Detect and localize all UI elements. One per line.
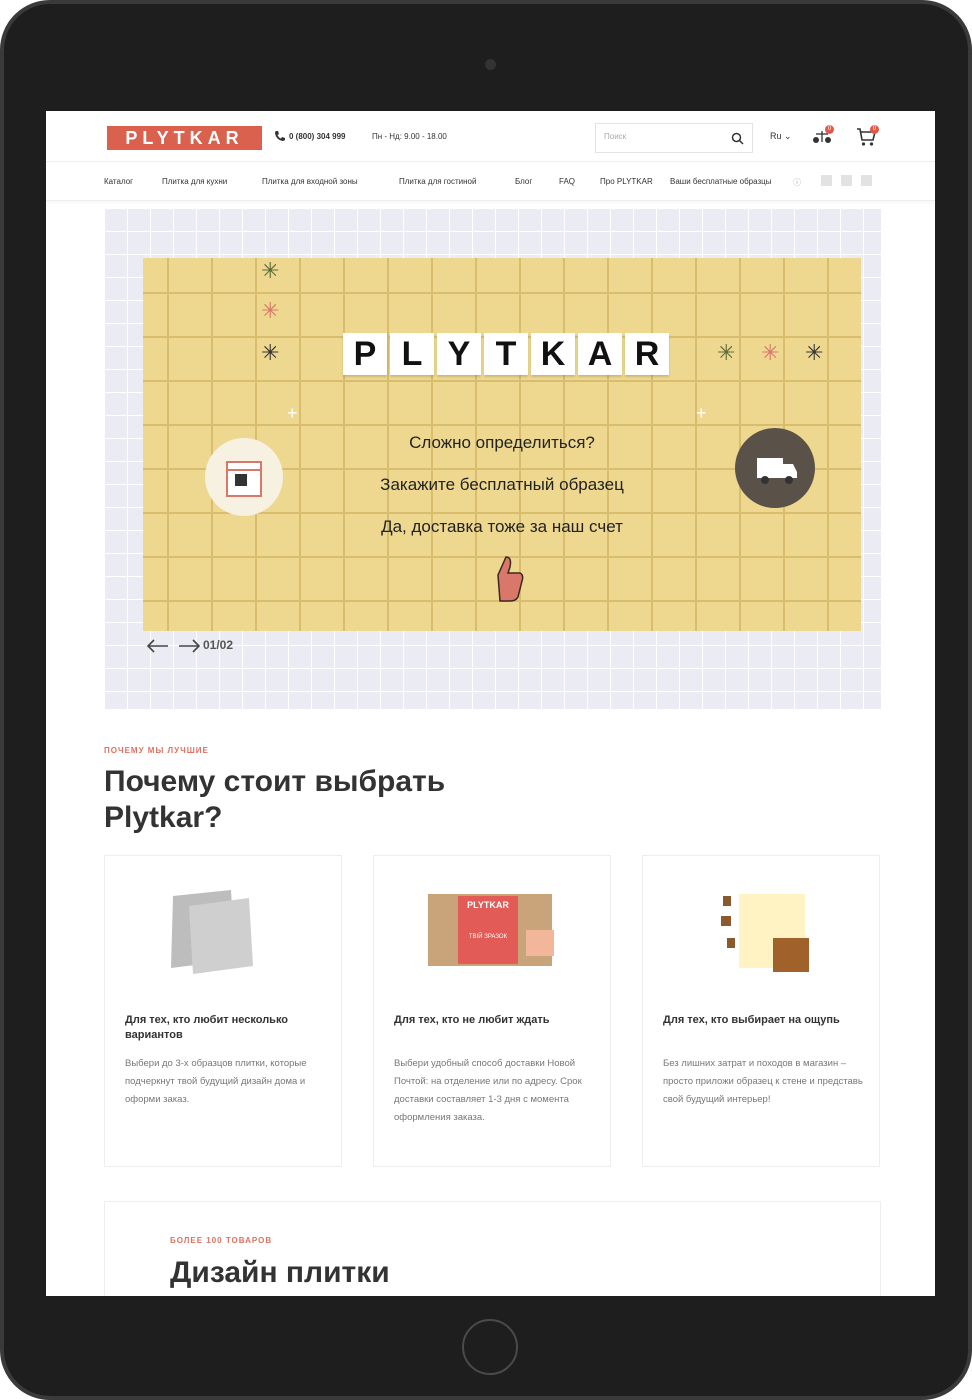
nav-item-catalog[interactable]: Каталог <box>104 177 133 186</box>
hero-banner[interactable]: P L Y T K A R ✳ ✳ ✳ ✳ ✳ ✳ + + Сложно опр… <box>143 258 861 631</box>
camera-dot <box>485 59 496 70</box>
nav-item-kitchen[interactable]: Плитка для кухни <box>162 177 227 186</box>
chevron-down-icon: ⌄ <box>784 131 792 141</box>
info-icon: ⓘ <box>793 178 801 187</box>
why-title: Почему стоит выбрать Plytkar? <box>104 765 446 834</box>
sample-box-image: PLYTKAR ТВІЙ ЗРАЗОК <box>428 894 554 966</box>
box-logo-text: PLYTKAR <box>467 900 509 910</box>
site-logo[interactable]: PLYTKAR <box>107 126 262 150</box>
search-icon[interactable] <box>731 132 744 145</box>
delivery-truck-icon <box>735 428 815 508</box>
phone-icon <box>275 131 285 141</box>
nav-item-faq[interactable]: FAQ <box>559 177 575 186</box>
sparkle-icon: ✳ <box>261 298 280 323</box>
social-icon[interactable] <box>821 175 832 186</box>
search-input[interactable]: Поиск <box>604 132 626 141</box>
sparkle-icon: ✳ <box>261 258 280 283</box>
feature-card: Для тех, кто любит несколько вариантов В… <box>104 855 342 1167</box>
card-title: Для тех, кто любит несколько вариантов <box>125 1014 289 1041</box>
logo-tiles: P L Y T K A R <box>343 333 669 377</box>
search-box[interactable]: Поиск <box>595 123 753 153</box>
card-text: Без лишних затрат и походов в магазин – … <box>663 1058 863 1105</box>
letter-tile: A <box>578 333 622 375</box>
sparkle-icon: ✳ <box>761 340 780 365</box>
working-hours: Пн - Нд: 9.00 - 18.00 <box>372 132 447 141</box>
products-kicker: БОЛЕЕ 100 ТОВАРОВ <box>170 1236 273 1245</box>
plus-icon: + <box>696 403 707 423</box>
compare-badge: 0 <box>825 125 834 134</box>
language-label: Ru <box>770 131 782 141</box>
social-icon[interactable] <box>841 175 852 186</box>
sparkle-icon: ✳ <box>805 340 824 365</box>
thumbs-up-icon <box>497 556 524 602</box>
feature-card: PLYTKAR ТВІЙ ЗРАЗОК Для тех, кто не любит… <box>373 855 611 1167</box>
products-title: Дизайн плитки <box>170 1256 390 1289</box>
cart-badge: 0 <box>870 125 879 134</box>
nav-item-free-samples[interactable]: Ваши бесплатные образцы <box>670 177 771 186</box>
banner-line-3: Да, доставка тоже за наш счет <box>381 517 623 536</box>
nav-item-entrance[interactable]: Плитка для входной зоны <box>262 177 358 186</box>
card-title: Для тех, кто выбирает на ощупь <box>663 1014 840 1026</box>
home-button[interactable] <box>462 1319 518 1375</box>
site-header: PLYTKAR 0 (800) 304 999 Пн - Нд: 9.00 - … <box>46 111 935 162</box>
card-text: Выбери удобный способ доставки Новой Поч… <box>394 1058 582 1123</box>
box-subtitle-text: ТВІЙ ЗРАЗОК <box>469 932 508 940</box>
nav-item-about[interactable]: Про PLYTKAR <box>600 177 653 186</box>
letter-tile: R <box>625 333 669 375</box>
card-text: Выбери до 3-х образцов плитки, которые п… <box>125 1058 307 1105</box>
slide-counter: 01/02 <box>203 638 234 652</box>
feature-card: Для тех, кто выбирает на ощупь Без лишни… <box>642 855 880 1167</box>
arrow-left-icon[interactable] <box>146 639 170 653</box>
nav-item-living-room[interactable]: Плитка для гостиной <box>399 177 476 186</box>
main-nav: Каталог Плитка для кухни Плитка для вход… <box>46 162 935 201</box>
tablet-frame: PLYTKAR 0 (800) 304 999 Пн - Нд: 9.00 - … <box>0 0 972 1400</box>
plus-icon: + <box>287 403 298 423</box>
card-title: Для тех, кто не любит ждать <box>394 1014 550 1026</box>
arrow-right-icon[interactable] <box>177 639 201 653</box>
phone-number[interactable]: 0 (800) 304 999 <box>289 132 346 141</box>
nav-item-blog[interactable]: Блог <box>515 177 532 186</box>
social-icon[interactable] <box>861 175 872 186</box>
letter-tile: L <box>390 333 434 375</box>
language-selector[interactable]: Ru ⌄ <box>770 131 792 142</box>
screen: PLYTKAR 0 (800) 304 999 Пн - Нд: 9.00 - … <box>46 111 935 1296</box>
gift-icon <box>205 438 283 516</box>
letter-tile: T <box>484 333 528 375</box>
letter-tile: Y <box>437 333 481 375</box>
letter-tile: K <box>531 333 575 375</box>
why-kicker: ПОЧЕМУ МЫ ЛУЧШИЕ <box>104 746 209 755</box>
letter-tile: P <box>343 333 387 375</box>
tile-samples-image <box>171 890 253 974</box>
tile-swatches-image <box>721 894 809 972</box>
sparkle-icon: ✳ <box>717 340 736 365</box>
sparkle-icon: ✳ <box>261 340 280 365</box>
